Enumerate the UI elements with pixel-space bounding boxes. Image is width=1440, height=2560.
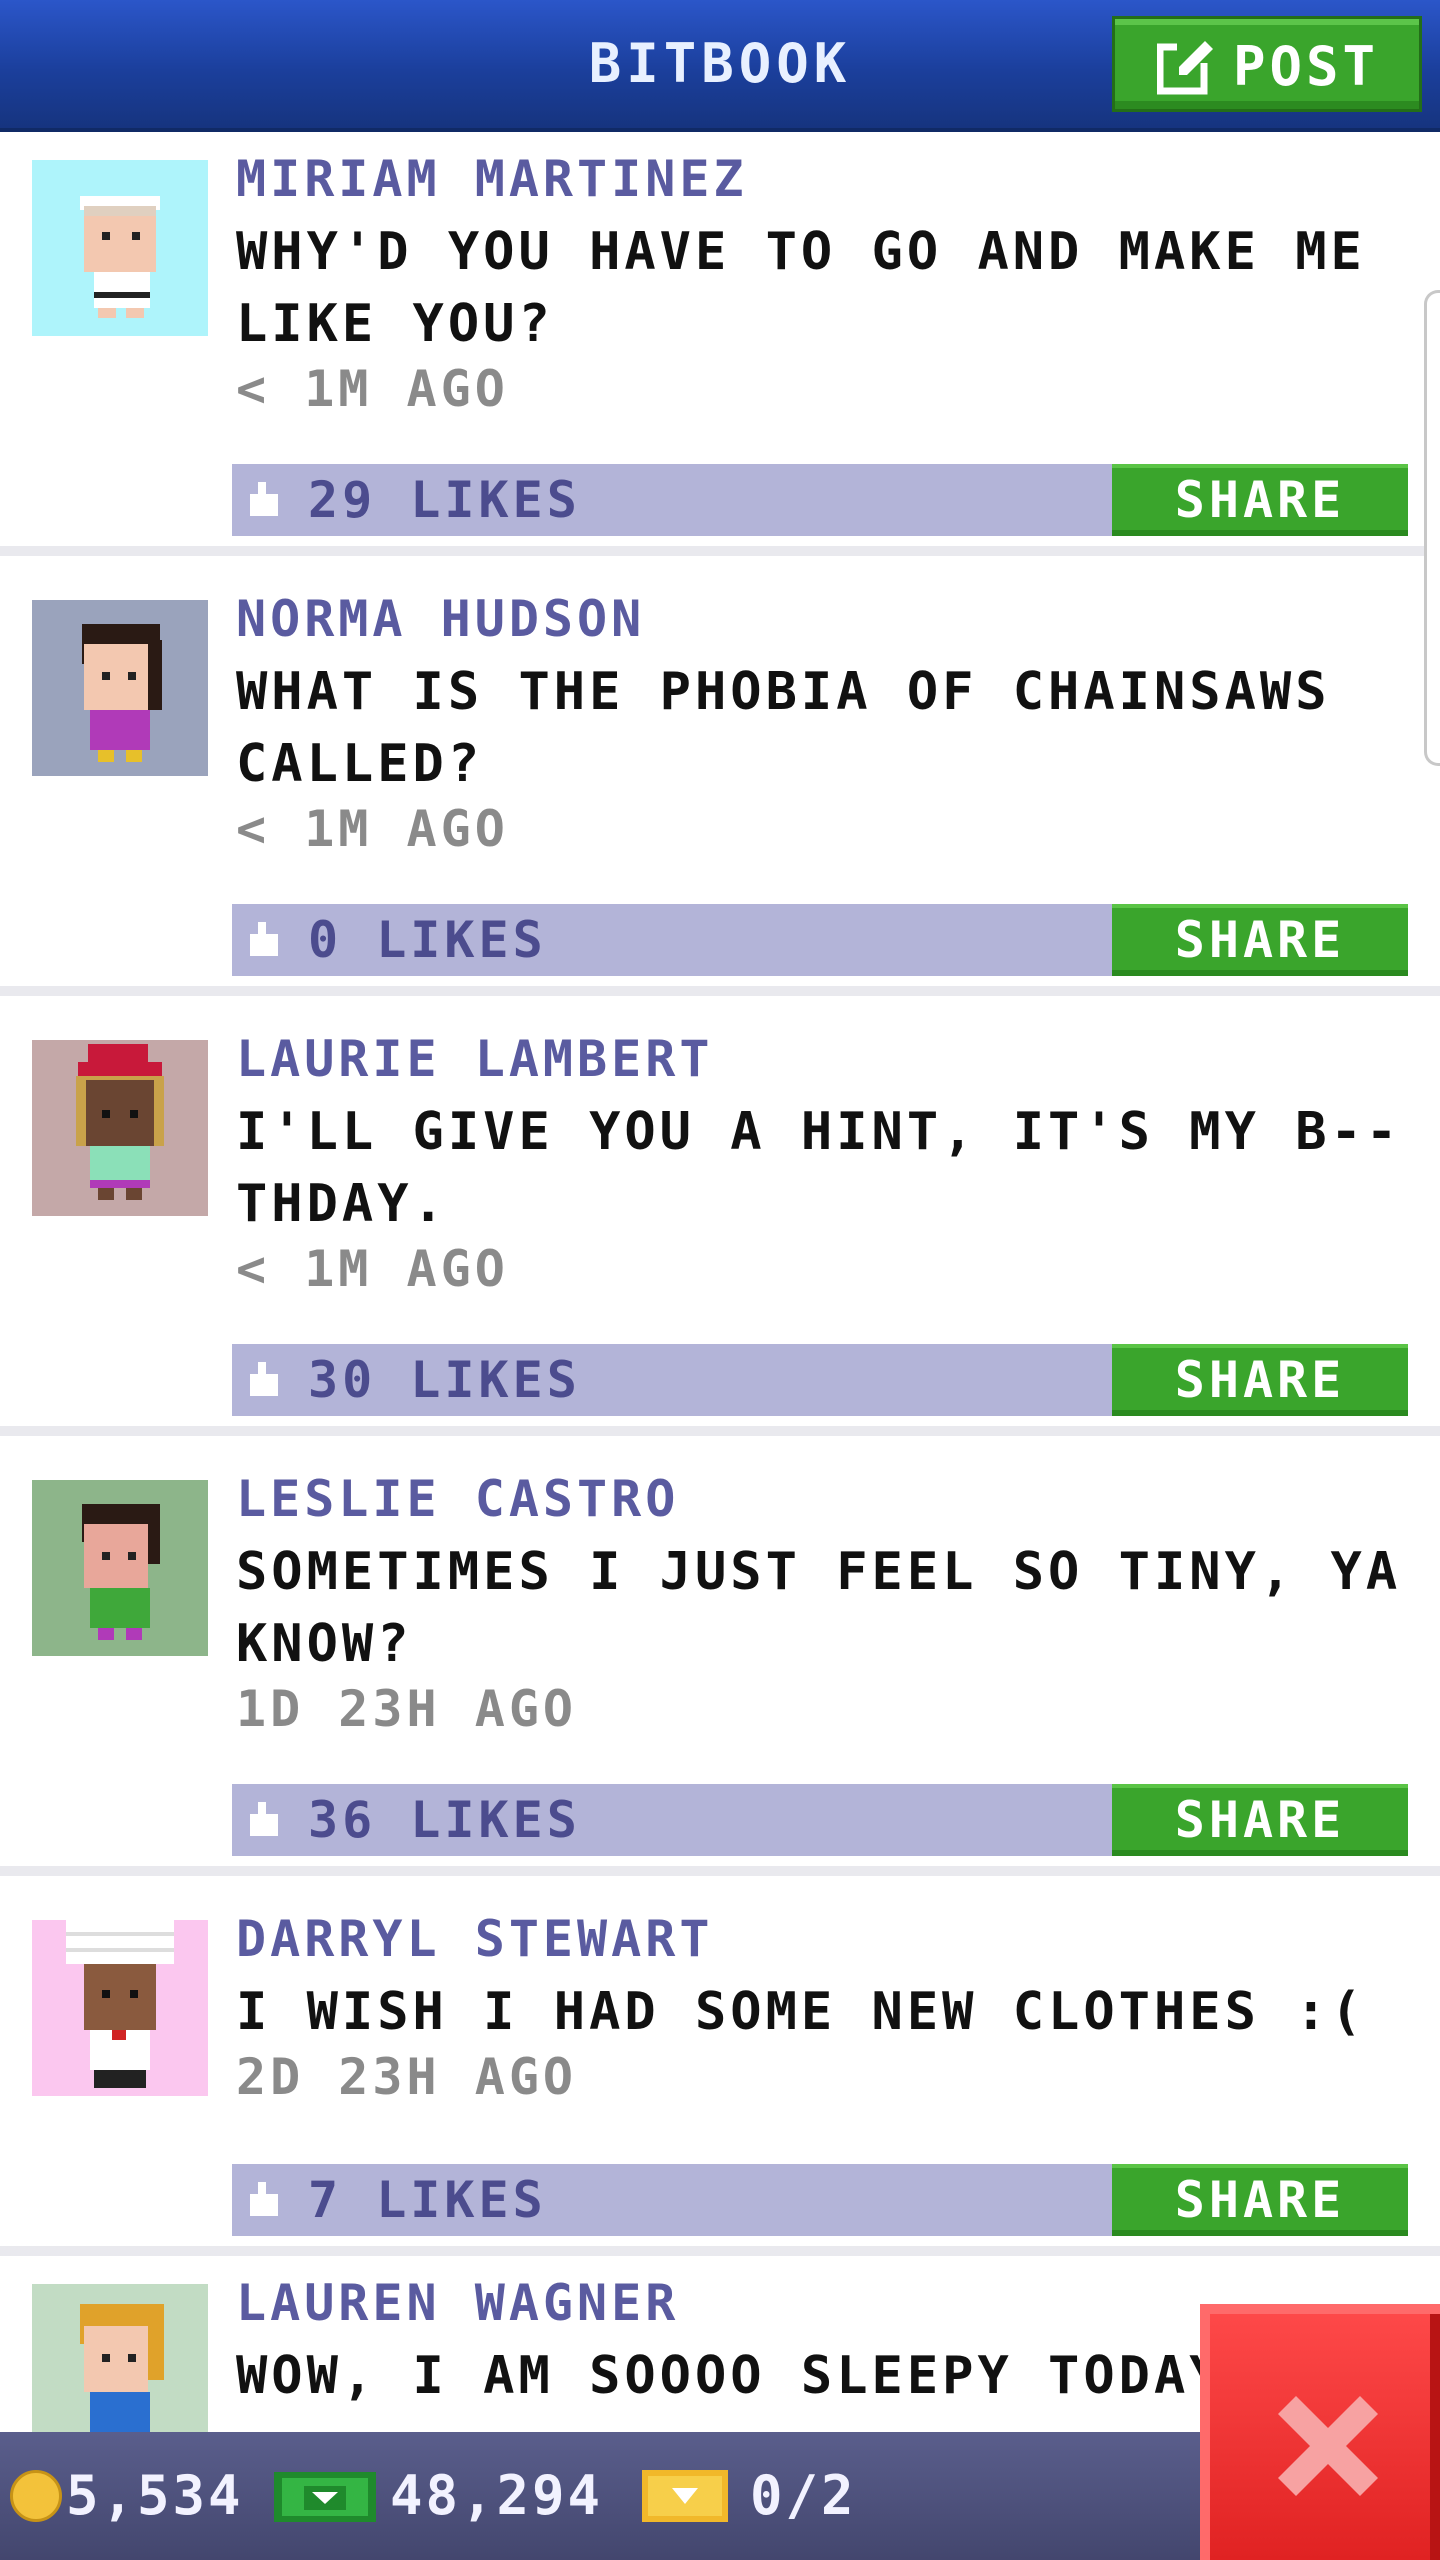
avatar[interactable] [32,160,208,336]
post-button[interactable]: POST [1112,16,1422,112]
post-time: 1D 23H AGO [236,1680,578,1738]
thumbs-up-icon [250,1362,278,1396]
top-bar: BITBOOK POST [0,0,1440,132]
close-icon [1278,2396,1378,2496]
post-card: NORMA HUDSON WHAT IS THE PHOBIA OF CHAIN… [0,572,1440,996]
scroll-indicator[interactable] [1424,290,1440,766]
feed[interactable]: MIRIAM MARTINEZ WHY'D YOU HAVE TO GO AND… [0,132,1440,2432]
share-button[interactable]: SHARE [1112,1344,1408,1416]
divider [0,986,1440,996]
avatar[interactable] [32,1920,208,2096]
share-button[interactable]: SHARE [1112,904,1408,976]
post-label: POST [1233,35,1380,98]
author-name: LAUREN WAGNER [236,2274,680,2332]
post-card: LAURIE LAMBERT I'LL GIVE YOU A HINT, IT'… [0,1012,1440,1436]
post-message: WHAT IS THE PHOBIA OF CHAINSAWS CALLED? [236,662,1331,794]
avatar[interactable] [32,1040,208,1216]
post-time: < 1M AGO [236,800,509,858]
share-button[interactable]: SHARE [1112,2164,1408,2236]
author-name: LESLIE CASTRO [236,1470,680,1528]
divider [0,1866,1440,1876]
author-name: LAURIE LAMBERT [236,1030,714,1088]
share-button[interactable]: SHARE [1112,464,1408,536]
post-card: LESLIE CASTRO SOMETIMES I JUST FEEL SO T… [0,1452,1440,1876]
avatar[interactable] [32,2284,208,2432]
post-time: < 1M AGO [236,360,509,418]
thumbs-up-icon [250,922,278,956]
author-name: NORMA HUDSON [236,590,646,648]
share-button[interactable]: SHARE [1112,1784,1408,1856]
likes-count: 36 LIKES [308,1791,581,1849]
divider [0,2246,1440,2256]
edit-icon [1157,39,1213,95]
thumbs-up-icon [250,482,278,516]
bux-value: 48,294 [390,2464,604,2527]
post-message: SOMETIMES I JUST FEEL SO TINY, YA KNOW? [236,1542,1402,1674]
divider [0,1426,1440,1436]
avatar[interactable] [32,600,208,776]
divider [0,546,1440,556]
likes-count: 0 LIKES [308,911,547,969]
post-message: I'LL GIVE YOU A HINT, IT'S MY B--THDAY. [236,1102,1402,1234]
bux-icon [274,2472,376,2522]
coins-value: 5,534 [66,2464,244,2527]
close-button[interactable] [1200,2304,1440,2560]
likes-count: 29 LIKES [308,471,581,529]
coin-icon [10,2470,62,2522]
author-name: MIRIAM MARTINEZ [236,150,748,208]
tickets-value: 0/2 [750,2464,857,2527]
likes-count: 30 LIKES [308,1351,581,1409]
thumbs-up-icon [250,1802,278,1836]
likes-count: 7 LIKES [308,2171,547,2229]
ticket-icon [642,2470,728,2522]
avatar[interactable] [32,1480,208,1656]
post-message: WHY'D YOU HAVE TO GO AND MAKE ME LIKE YO… [236,222,1366,354]
post-card: DARRYL STEWART I WISH I HAD SOME NEW CLO… [0,1892,1440,2256]
post-card: MIRIAM MARTINEZ WHY'D YOU HAVE TO GO AND… [0,132,1440,556]
thumbs-up-icon [250,2182,278,2216]
post-time: < 1M AGO [236,1240,509,1298]
post-time: 2D 23H AGO [236,2048,578,2106]
post-message: I WISH I HAD SOME NEW CLOTHES :( [236,1982,1366,2042]
author-name: DARRYL STEWART [236,1910,714,1968]
